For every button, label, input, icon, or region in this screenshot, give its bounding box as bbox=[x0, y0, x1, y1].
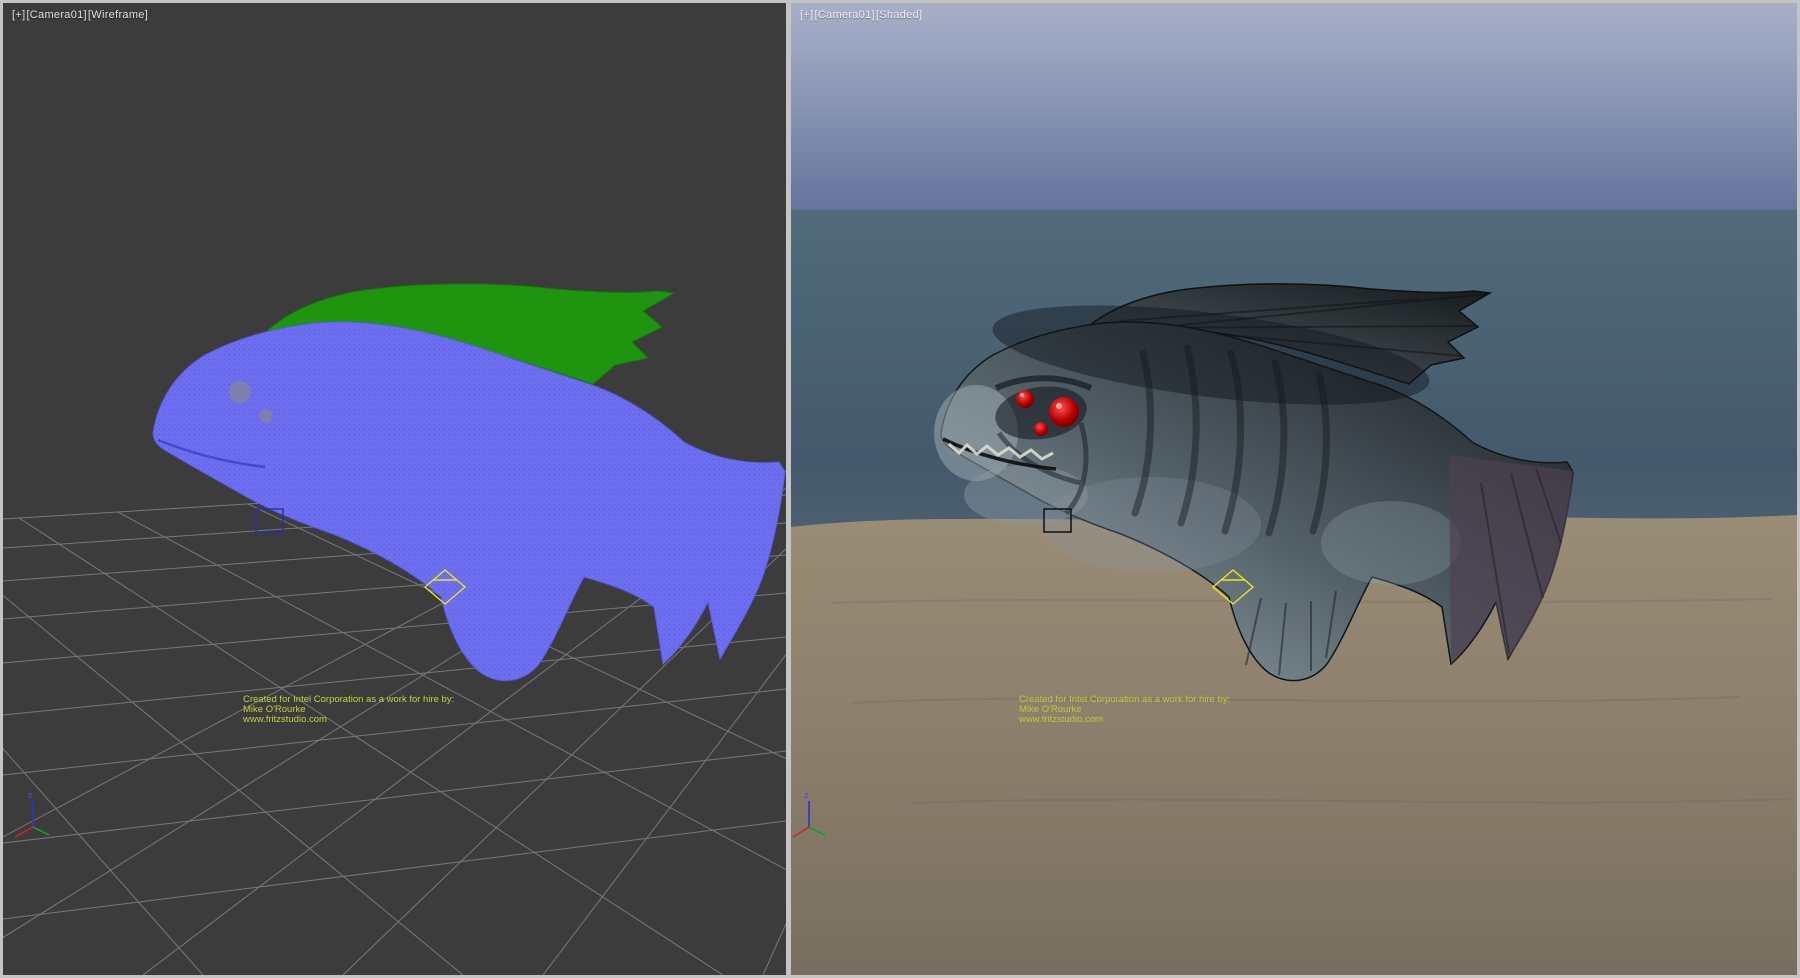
viewport-split-container: z [+][Camera01][Wireframe] Created for I… bbox=[0, 0, 1800, 978]
fish-eyespot-large bbox=[229, 381, 251, 403]
attribution-line-3: www.fritzstudio.com bbox=[1019, 715, 1230, 725]
viewport-menu-general[interactable]: [+] bbox=[800, 9, 813, 21]
eye-large bbox=[1049, 397, 1079, 427]
head-highlight bbox=[934, 385, 1018, 481]
viewport-shaded[interactable]: z [+][Camera01][Shaded] Created for Inte… bbox=[791, 3, 1797, 975]
viewport-menu-pov[interactable]: [Camera01] bbox=[26, 9, 86, 21]
axis-z-label: z bbox=[28, 790, 33, 800]
viewport-menu-general[interactable]: [+] bbox=[12, 9, 25, 21]
viewport-menu-shading[interactable]: [Wireframe] bbox=[88, 9, 148, 21]
eye-small bbox=[1034, 422, 1048, 436]
eye-medium bbox=[1016, 390, 1034, 408]
world-axis-gizmo: z bbox=[15, 790, 49, 837]
wireframe-scene-canvas: z bbox=[3, 3, 786, 975]
viewport-wireframe[interactable]: z [+][Camera01][Wireframe] Created for I… bbox=[3, 3, 786, 975]
scene-attribution-text: Created for Intel Corporation as a work … bbox=[243, 695, 454, 725]
viewport-menu-pov[interactable]: [Camera01] bbox=[814, 9, 874, 21]
wireframe-texture bbox=[153, 322, 785, 681]
fish-eyespot-small bbox=[259, 409, 273, 423]
attribution-line-3: www.fritzstudio.com bbox=[243, 715, 454, 725]
scene-attribution-text: Created for Intel Corporation as a work … bbox=[1019, 695, 1230, 725]
fish-model[interactable] bbox=[153, 284, 785, 681]
viewport-label: [+][Camera01][Shaded] bbox=[800, 9, 923, 21]
viewport-label: [+][Camera01][Wireframe] bbox=[12, 9, 149, 21]
axis-z-label: z bbox=[804, 790, 809, 800]
shaded-scene-canvas: z bbox=[791, 3, 1797, 975]
rear-highlight bbox=[1321, 501, 1461, 585]
viewport-menu-shading[interactable]: [Shaded] bbox=[876, 9, 922, 21]
